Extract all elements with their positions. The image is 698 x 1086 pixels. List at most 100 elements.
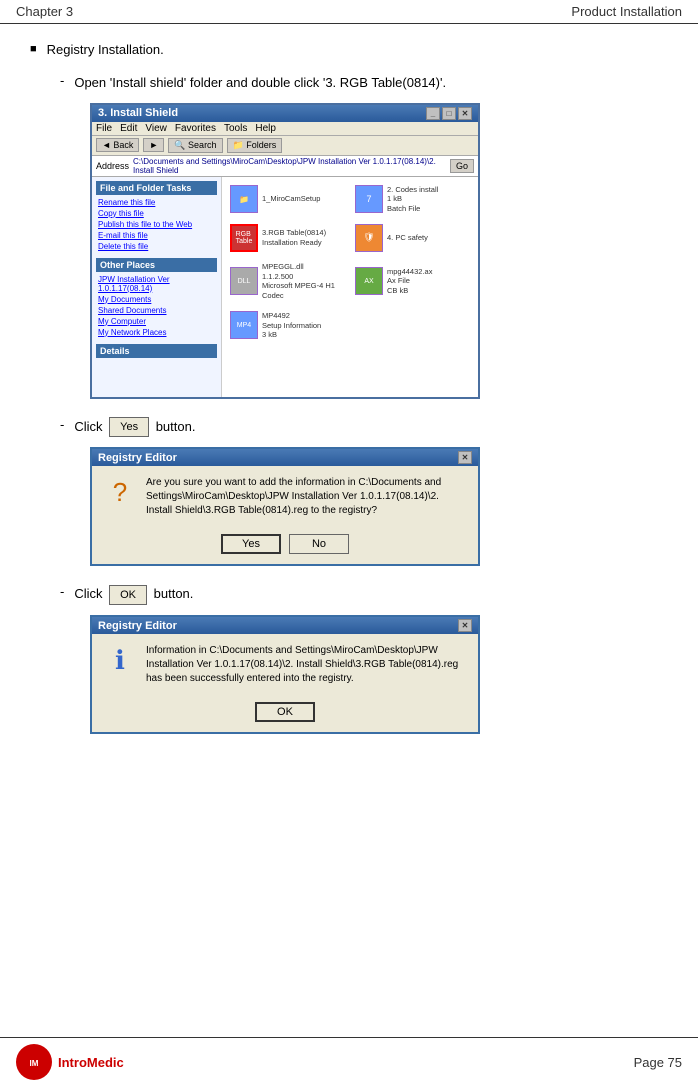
win-body: File and Folder Tasks Rename this file C… <box>92 177 478 397</box>
install-shield-screenshot: 3. Install Shield _ □ ✕ File Edit View F… <box>90 103 480 399</box>
menu-favorites[interactable]: Favorites <box>175 123 216 134</box>
maximize-btn[interactable]: □ <box>442 107 456 120</box>
yes-button-img: Yes <box>109 417 149 438</box>
no-btn[interactable]: No <box>289 534 349 554</box>
file-item-mirosetup: 📁 1_MiroCamSetup <box>228 183 347 216</box>
search-btn[interactable]: 🔍 Search <box>168 138 222 153</box>
reg-title-btns-2: ✕ <box>458 619 472 632</box>
registry-dialog-1: Registry Editor ✕ ? Are you sure you wan… <box>90 447 480 566</box>
info-icon: ℹ <box>104 644 136 676</box>
menu-edit[interactable]: Edit <box>120 123 137 134</box>
reg-title-1: Registry Editor <box>98 452 177 464</box>
menu-tools[interactable]: Tools <box>224 123 247 134</box>
footer-logo: IM IntroMedic <box>16 1044 124 1080</box>
file-info-mpg: mpg44432.axAx FileCB kB <box>387 267 432 296</box>
sidebar-delete[interactable]: Delete this file <box>96 241 217 252</box>
reg-close-btn-1[interactable]: ✕ <box>458 451 472 464</box>
address-label: Address <box>96 161 129 171</box>
file-item-mpeggl: DLL MPEGGL.dll1.1.2.500Microsoft MPEG-4 … <box>228 260 347 303</box>
sidebar-rename[interactable]: Rename this file <box>96 197 217 208</box>
menu-view[interactable]: View <box>145 123 167 134</box>
ok-button-img: OK <box>109 585 147 606</box>
file-item-codex: 7 2. Codes install1 kBBatch File <box>353 183 472 216</box>
question-icon: ? <box>104 476 136 508</box>
page-footer: IM IntroMedic Page 75 <box>0 1037 698 1086</box>
reg-titlebar-2: Registry Editor ✕ <box>92 617 478 634</box>
step-2-desc: Click Yes button. <box>74 417 195 438</box>
step-1-text: - Open 'Install shield' folder and doubl… <box>60 73 668 93</box>
ok-btn[interactable]: OK <box>255 702 315 722</box>
win-addressbar: Address C:\Documents and Settings\MiroCa… <box>92 156 478 177</box>
reg-close-btn-2[interactable]: ✕ <box>458 619 472 632</box>
address-value: C:\Documents and Settings\MiroCam\Deskto… <box>133 157 446 175</box>
step-3: - Click OK button. Registry Editor ✕ ℹ I… <box>60 584 668 734</box>
go-btn[interactable]: Go <box>450 159 474 173</box>
sidebar-copy[interactable]: Copy this file <box>96 208 217 219</box>
file-icon-mpg: AX <box>355 267 383 295</box>
file-info-mpeggl: MPEGGL.dll1.1.2.500Microsoft MPEG-4 H1 C… <box>262 262 345 301</box>
sidebar-mynetwork[interactable]: My Network Places <box>96 327 217 338</box>
win-title: 3. Install Shield <box>98 107 178 119</box>
step-2-dash: - <box>60 417 64 432</box>
logo-text: IntroMedic <box>58 1055 124 1070</box>
reg-body-1: ? Are you sure you want to add the infor… <box>92 466 478 528</box>
reg-buttons-1: Yes No <box>92 528 478 564</box>
reg-title-2: Registry Editor <box>98 620 177 632</box>
sidebar-email[interactable]: E-mail this file <box>96 230 217 241</box>
win-main-content: 📁 1_MiroCamSetup 7 2. Codes install1 kBB… <box>222 177 478 397</box>
close-btn[interactable]: ✕ <box>458 107 472 120</box>
file-info-mp4492: MP4492Setup Information3 kB <box>262 311 321 340</box>
file-info-rgb: 3.RGB Table(0814)Installation Ready <box>262 228 326 248</box>
win-title-buttons: _ □ ✕ <box>426 107 472 120</box>
reg-message-1: Are you sure you want to add the informa… <box>146 476 466 518</box>
svg-text:IM: IM <box>30 1059 39 1068</box>
sidebar-jpw[interactable]: JPW Installation Ver 1.0.1.17(08.14) <box>96 274 217 294</box>
folders-btn[interactable]: 📁 Folders <box>227 138 283 153</box>
file-item-mpg: AX mpg44432.axAx FileCB kB <box>353 260 472 303</box>
yes-btn[interactable]: Yes <box>221 534 281 554</box>
step-3-text: - Click OK button. <box>60 584 668 605</box>
file-icon-rgb: RGBTable <box>230 224 258 252</box>
main-content: ■ Registry Installation. - Open 'Install… <box>0 32 698 812</box>
file-icon-mp4492: MP4 <box>230 311 258 339</box>
reg-buttons-2: OK <box>92 696 478 732</box>
file-icon-pcsafety: 🛡 <box>355 224 383 252</box>
step-1-dash: - <box>60 73 64 88</box>
file-icon-mpeggl: DLL <box>230 267 258 295</box>
sidebar-publish[interactable]: Publish this file to the Web <box>96 219 217 230</box>
sidebar-section-file: File and Folder Tasks <box>96 181 217 195</box>
step-1: - Open 'Install shield' folder and doubl… <box>60 73 668 399</box>
file-item-mp4492: MP4 MP4492Setup Information3 kB <box>228 309 347 342</box>
back-btn[interactable]: ◄ Back <box>96 138 139 152</box>
sidebar-mycomputer[interactable]: My Computer <box>96 316 217 327</box>
reg-body-2: ℹ Information in C:\Documents and Settin… <box>92 634 478 696</box>
registry-dialog-2: Registry Editor ✕ ℹ Information in C:\Do… <box>90 615 480 734</box>
logo-icon: IM <box>16 1044 52 1080</box>
menu-help[interactable]: Help <box>255 123 276 134</box>
bullet-label: Registry Installation. <box>47 42 164 57</box>
page-number: Page 75 <box>634 1055 682 1070</box>
win-titlebar: 3. Install Shield _ □ ✕ <box>92 105 478 122</box>
sidebar-section-places: Other Places <box>96 258 217 272</box>
reg-titlebar-1: Registry Editor ✕ <box>92 449 478 466</box>
win-menubar: File Edit View Favorites Tools Help <box>92 122 478 136</box>
step-3-dash: - <box>60 584 64 599</box>
win-sidebar: File and Folder Tasks Rename this file C… <box>92 177 222 397</box>
menu-file[interactable]: File <box>96 123 112 134</box>
section-label: Product Installation <box>571 4 682 19</box>
step-2: - Click Yes button. Registry Editor ✕ ? … <box>60 417 668 567</box>
forward-btn[interactable]: ► <box>143 138 164 152</box>
file-info-mirosetup: 1_MiroCamSetup <box>262 194 320 204</box>
win-toolbar: ◄ Back ► 🔍 Search 📁 Folders <box>92 136 478 156</box>
step-3-desc: Click OK button. <box>74 584 193 605</box>
file-item-rgb: RGBTable 3.RGB Table(0814)Installation R… <box>228 222 347 254</box>
file-info-codex: 2. Codes install1 kBBatch File <box>387 185 438 214</box>
sidebar-shareddocs[interactable]: Shared Documents <box>96 305 217 316</box>
bullet-registry: ■ Registry Installation. <box>30 42 668 57</box>
minimize-btn[interactable]: _ <box>426 107 440 120</box>
sidebar-mydocs[interactable]: My Documents <box>96 294 217 305</box>
sidebar-section-details: Details <box>96 344 217 358</box>
file-icon-mirosetup: 📁 <box>230 185 258 213</box>
reg-message-2: Information in C:\Documents and Settings… <box>146 644 466 686</box>
page-header: Chapter 3 Product Installation <box>0 0 698 24</box>
